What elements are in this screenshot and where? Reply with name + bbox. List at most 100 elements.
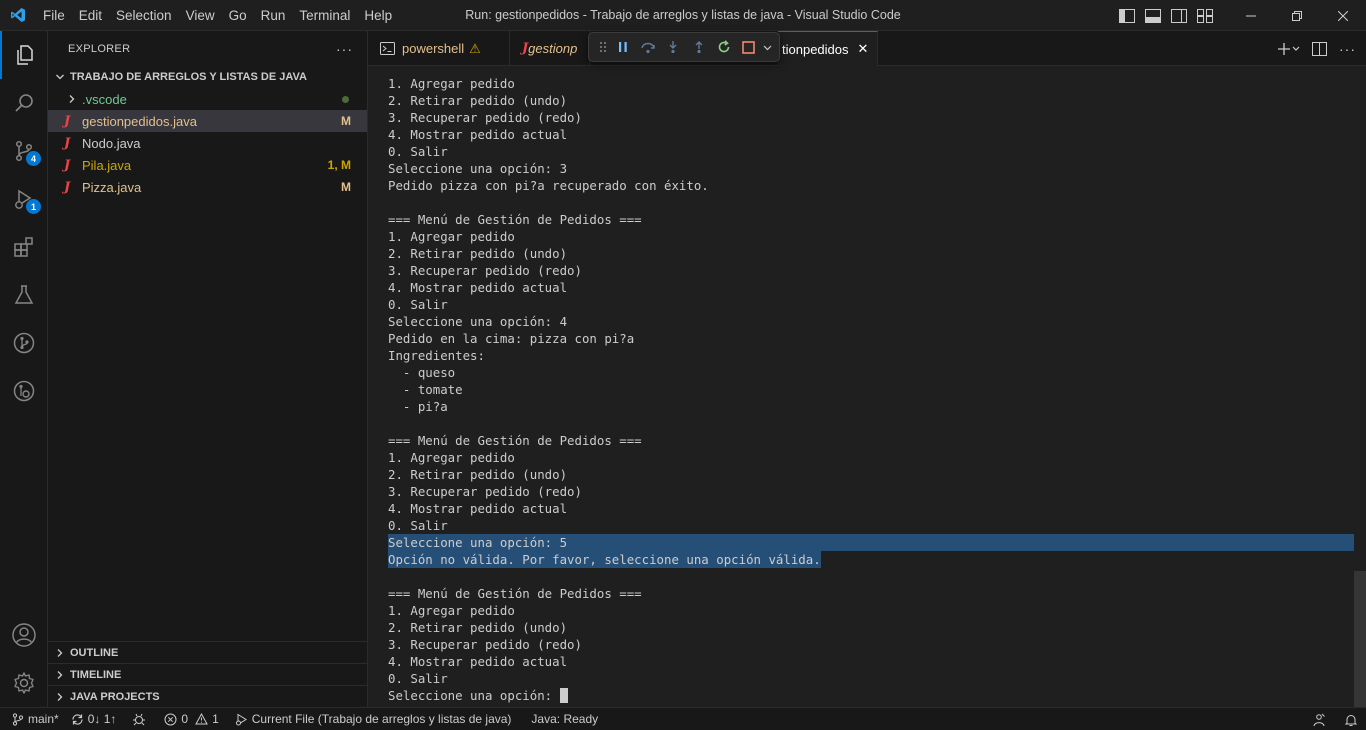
close-icon[interactable]: ✕ — [858, 41, 869, 57]
section-outline[interactable]: OUTLINE — [48, 641, 367, 663]
tab-label: gestionp — [528, 41, 578, 56]
more-actions-icon[interactable]: ··· — [336, 41, 353, 57]
explorer-icon[interactable] — [0, 31, 48, 79]
menu-file[interactable]: File — [36, 8, 72, 23]
split-editor-icon[interactable] — [1312, 41, 1327, 56]
chevron-right-icon — [52, 648, 68, 658]
status-problems[interactable]: 0 1 — [152, 708, 224, 730]
run-debug-icon[interactable]: 1 — [0, 175, 48, 223]
git-branch-icon — [12, 712, 24, 726]
terminal-panel[interactable]: 1. Agregar pedido 2. Retirar pedido (undo… — [368, 66, 1366, 707]
tree-item-label: .vscode — [82, 91, 127, 107]
debug-toolbar — [588, 32, 780, 62]
section-label: JAVA PROJECTS — [70, 690, 160, 703]
terminal-line-text: 1. Agregar pedido — [388, 450, 515, 465]
status-branch[interactable]: main* — [0, 708, 65, 730]
menu-go[interactable]: Go — [222, 8, 254, 23]
java-file-icon: J — [64, 135, 71, 151]
settings-gear-icon[interactable] — [0, 659, 48, 707]
tree-item-label: Pila.java — [82, 157, 132, 173]
tab-powershell[interactable]: powershell ⚠ — [368, 31, 510, 66]
testing-flask-icon[interactable] — [0, 271, 48, 319]
pause-icon[interactable] — [610, 36, 635, 58]
extensions-icon[interactable] — [0, 223, 48, 271]
tree-item-nodo[interactable]: J Nodo.java — [48, 132, 367, 154]
section-timeline[interactable]: TIMELINE — [48, 663, 367, 685]
terminal-cursor — [559, 688, 568, 703]
more-actions-icon[interactable]: ··· — [1339, 41, 1356, 57]
section-java-projects[interactable]: JAVA PROJECTS — [48, 685, 367, 707]
run-debug-badge: 1 — [26, 199, 41, 214]
menu-help[interactable]: Help — [357, 8, 399, 23]
toggle-primary-sidebar-icon[interactable] — [1118, 7, 1136, 25]
status-liveshare[interactable] — [122, 708, 152, 730]
gitlens-icon[interactable] — [0, 367, 48, 415]
terminal-line: Pedido en la cima: pizza con pi?a — [388, 330, 1354, 347]
tab-label: tionpedidos — [782, 41, 849, 57]
menu-terminal[interactable]: Terminal — [292, 8, 357, 23]
new-terminal-icon[interactable] — [1278, 42, 1300, 56]
java-file-icon: J — [64, 157, 71, 173]
search-icon[interactable] — [0, 79, 48, 127]
menu-selection[interactable]: Selection — [109, 8, 179, 23]
debug-alt-icon — [132, 713, 146, 726]
menu-view[interactable]: View — [179, 8, 222, 23]
notifications-bell-icon[interactable] — [1344, 713, 1358, 727]
terminal-line-text: Opción no válida. Por favor, seleccione … — [388, 552, 821, 567]
menu-run[interactable]: Run — [254, 8, 293, 23]
drag-handle-icon[interactable] — [595, 36, 610, 58]
terminal-line-text: === Menú de Gestión de Pedidos === — [388, 212, 642, 227]
restart-icon[interactable] — [711, 36, 736, 58]
error-count: 0 — [181, 712, 189, 726]
terminal-line-text: Pedido pizza con pi?a recuperado con éxi… — [388, 178, 709, 193]
close-window-icon[interactable] — [1320, 0, 1366, 31]
terminal-line-text: 4. Mostrar pedido actual — [388, 501, 568, 516]
tree-item-pizza[interactable]: J Pizza.java M — [48, 176, 367, 198]
workspace-folder[interactable]: TRABAJO DE ARREGLOS Y LISTAS DE JAVA — [48, 66, 367, 88]
terminal-line-text: 0. Salir — [388, 297, 448, 312]
tab-gestionpedidos-java[interactable]: J gestionp — [510, 31, 590, 66]
terminal-line: Seleccione una opción: 4 — [388, 313, 1354, 330]
accounts-icon[interactable] — [0, 611, 48, 659]
toggle-panel-icon[interactable] — [1144, 7, 1162, 25]
terminal-line: 0. Salir — [388, 517, 1354, 534]
current-file-label: Current File (Trabajo de arreglos y list… — [251, 712, 512, 726]
tree-item-gestionpedidos[interactable]: J gestionpedidos.java M — [48, 110, 367, 132]
git-graph-icon[interactable] — [0, 319, 48, 367]
terminal-line: - tomate — [388, 381, 1354, 398]
step-over-icon[interactable] — [636, 36, 661, 58]
source-control-badge: 4 — [26, 151, 41, 166]
toggle-secondary-sidebar-icon[interactable] — [1170, 7, 1188, 25]
terminal-line-text: 2. Retirar pedido (undo) — [388, 93, 568, 108]
restore-icon[interactable] — [1274, 0, 1320, 31]
terminal-line: Seleccione una opción: — [388, 687, 1354, 704]
java-file-icon: J — [64, 179, 71, 195]
menu-edit[interactable]: Edit — [72, 8, 109, 23]
minimize-icon[interactable] — [1228, 0, 1274, 31]
git-status-badge: M — [341, 114, 351, 128]
terminal-line: - queso — [388, 364, 1354, 381]
tree-item-vscode[interactable]: .vscode — [48, 88, 367, 110]
git-status-badge: M — [341, 180, 351, 194]
step-out-icon[interactable] — [686, 36, 711, 58]
stop-icon[interactable] — [736, 36, 761, 58]
warning-count: 1 — [212, 712, 219, 726]
step-into-icon[interactable] — [661, 36, 686, 58]
status-current-file[interactable]: Current File (Trabajo de arreglos y list… — [225, 708, 518, 730]
feedback-icon[interactable] — [1312, 713, 1326, 727]
terminal-line: === Menú de Gestión de Pedidos === — [388, 211, 1354, 228]
chevron-down-icon[interactable] — [761, 36, 773, 58]
status-java[interactable]: Java: Ready — [517, 708, 604, 730]
tree-item-label: gestionpedidos.java — [82, 113, 197, 129]
terminal-scrollbar[interactable] — [1354, 571, 1366, 707]
tree-item-pila[interactable]: J Pila.java 1, M — [48, 154, 367, 176]
status-sync[interactable]: 0↓ 1↑ — [65, 708, 123, 730]
explorer-sidebar: EXPLORER ··· TRABAJO DE ARREGLOS Y LISTA… — [48, 31, 368, 707]
section-label: TIMELINE — [70, 668, 122, 681]
customize-layout-icon[interactable] — [1196, 7, 1214, 25]
git-status-badge: 1, M — [327, 158, 351, 172]
terminal-line: 3. Recuperar pedido (redo) — [388, 636, 1354, 653]
tab-run-gestionpedidos[interactable]: tionpedidos ✕ — [778, 31, 878, 66]
source-control-icon[interactable]: 4 — [0, 127, 48, 175]
